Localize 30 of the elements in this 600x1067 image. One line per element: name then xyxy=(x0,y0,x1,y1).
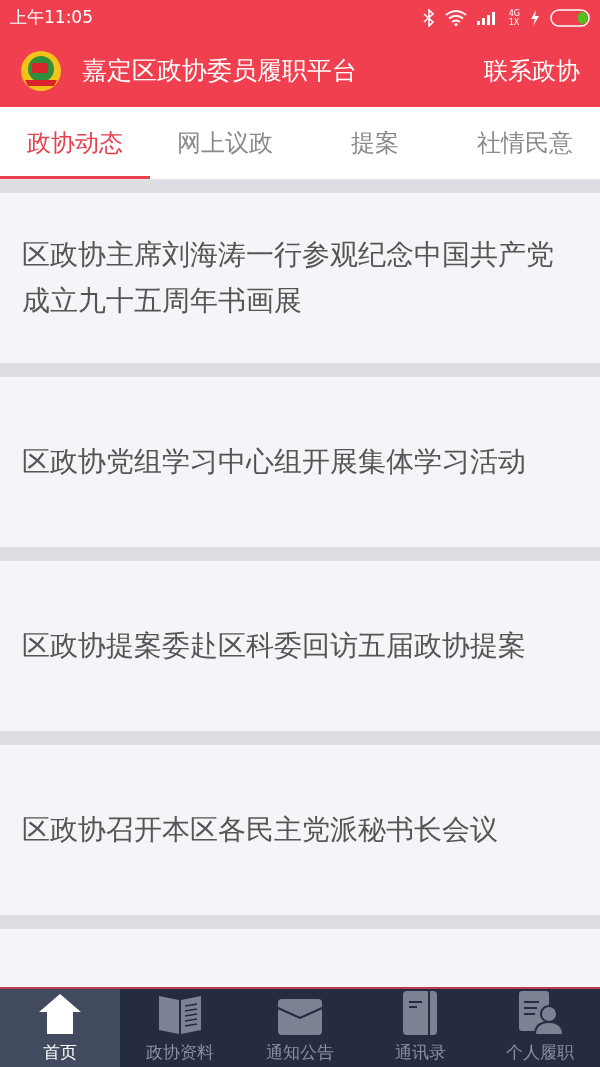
network-type: 4G xyxy=(508,8,520,18)
network-type: 1X xyxy=(508,17,520,27)
news-card[interactable]: 区政协主席刘海涛一行参观纪念中国共产党成立九十五周年书画展 xyxy=(0,193,600,363)
tab[interactable]: 提案 xyxy=(300,107,450,179)
news-card[interactable]: 区政协召开本区各民主党派秘书长会议 xyxy=(0,745,600,915)
bluetooth-icon xyxy=(422,8,435,27)
book-icon xyxy=(157,993,203,1036)
tab[interactable]: 网上议政 xyxy=(150,107,300,179)
news-card[interactable]: 区政协提案委赴区科委回访五届政协提案 xyxy=(0,561,600,731)
tab[interactable]: 社情民意 xyxy=(450,107,600,179)
nav-item[interactable]: 政协资料 xyxy=(120,989,240,1067)
news-card[interactable]: 区政协党组学习中心组开展集体学习活动 xyxy=(0,377,600,547)
nav-item[interactable]: 个人履职 xyxy=(480,989,600,1067)
news-title: 区政协党组学习中心组开展集体学习活动 xyxy=(22,444,526,480)
nav-item[interactable]: 通知公告 xyxy=(240,989,360,1067)
battery-icon xyxy=(550,8,590,27)
app-title: 嘉定区政协委员履职平台 xyxy=(82,55,358,88)
charging-icon xyxy=(530,9,540,26)
news-title: 区政协主席刘海涛一行参观纪念中国共产党成立九十五周年书画展 xyxy=(22,237,555,319)
status-time: 上午11:05 xyxy=(10,5,93,29)
envelope-icon xyxy=(277,997,323,1036)
tab[interactable]: 政协动态 xyxy=(0,107,150,179)
wifi-icon xyxy=(444,9,467,26)
contact-link[interactable]: 联系政协 xyxy=(484,53,580,89)
home-icon xyxy=(37,991,83,1036)
nav-item[interactable]: 首页 xyxy=(0,989,120,1067)
news-title: 区政协提案委赴区科委回访五届政协提案 xyxy=(22,628,526,664)
emblem-icon xyxy=(20,50,62,92)
news-title: 区政协召开本区各民主党派秘书长会议 xyxy=(22,812,498,848)
nav-item[interactable]: 通讯录 xyxy=(360,989,480,1067)
